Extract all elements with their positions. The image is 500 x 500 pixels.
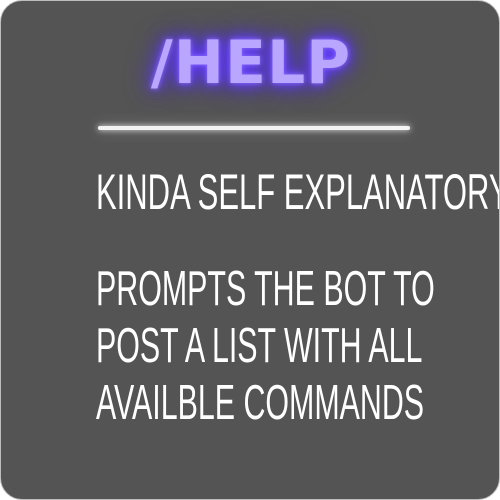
description-line-2: POST A LIST WITH ALL <box>96 319 423 373</box>
divider-line <box>98 126 410 130</box>
description-line-3: AVAILBLE COMMANDS <box>96 376 425 430</box>
command-subtitle: KINDA SELF EXPLANATORY <box>96 164 500 220</box>
command-title: /HELP <box>150 28 352 98</box>
command-card: /HELP KINDA SELF EXPLANATORY PROMPTS THE… <box>0 0 500 500</box>
description-line-1: PROMPTS THE BOT TO <box>96 262 435 316</box>
